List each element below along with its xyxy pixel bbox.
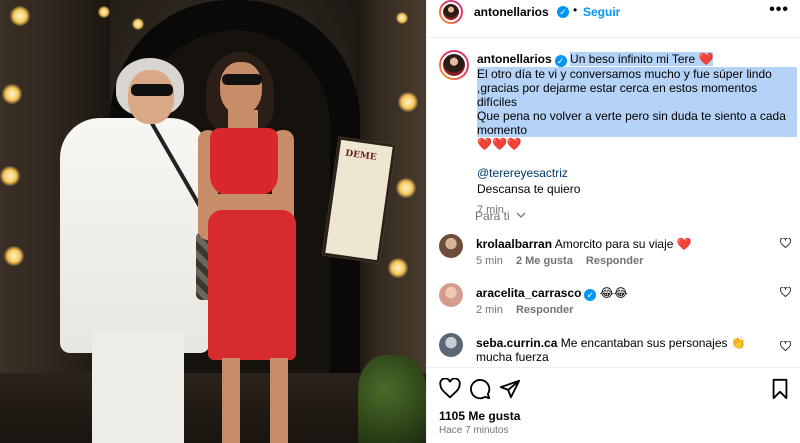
comment-item: aracelita_carrasco ✓ 😂😂 2 min Responder	[439, 283, 791, 323]
caption-hearts: ❤️❤️❤️	[477, 137, 522, 151]
light-bulb	[396, 12, 408, 24]
comment-item: krolaalbarran Amorcito para su viaje ❤️ …	[439, 234, 791, 274]
chevron-down-icon	[516, 212, 526, 218]
heart-icon[interactable]	[439, 378, 461, 400]
author-username[interactable]: antonellarios	[474, 5, 549, 19]
comment-like-heart-icon[interactable]	[780, 287, 791, 297]
reply-button[interactable]: Responder	[586, 255, 643, 267]
bookmark-icon[interactable]	[769, 378, 791, 400]
verified-badge-icon: ✓	[554, 55, 567, 67]
commenter-avatar[interactable]	[439, 333, 463, 357]
caption-line-2: El otro día te vi y conversamos mucho y …	[477, 67, 797, 109]
comment-meta: 5 min 2 Me gusta Responder	[476, 255, 653, 267]
comment-body: Amorcito para su viaje ❤️	[554, 237, 692, 251]
comment-text: seba.currin.ca Me encantaban sus persona…	[476, 336, 771, 364]
comment-meta: 2 min Responder	[476, 304, 583, 316]
share-icon[interactable]	[499, 378, 521, 400]
comment-likes[interactable]: 2 Me gusta	[516, 255, 573, 267]
light-bulb	[398, 92, 418, 112]
follow-button[interactable]: Seguir	[583, 5, 620, 19]
post-header: antonellarios ✓ • Seguir •••	[427, 0, 800, 26]
light-bulb	[132, 18, 144, 30]
comment-time[interactable]: 5 min	[476, 255, 503, 267]
red-skirt	[208, 210, 296, 360]
commenter-username[interactable]: krolaalbarran	[476, 237, 552, 251]
comment-body: 😂😂	[599, 286, 628, 300]
actions-divider	[427, 367, 800, 368]
light-bulb	[10, 6, 30, 26]
sunglasses	[131, 84, 173, 96]
light-bulb	[0, 166, 20, 186]
comment-icon[interactable]	[469, 378, 491, 400]
poster-sign-text: DEME	[344, 148, 378, 163]
sunglasses	[222, 74, 262, 85]
separator-dot: •	[573, 3, 578, 17]
for-you-label: Para ti	[475, 209, 510, 223]
light-bulb	[388, 258, 408, 278]
caption-line-3: Que pena no volver a verte pero sin duda…	[477, 109, 797, 137]
comment-like-heart-icon[interactable]	[780, 341, 791, 351]
verified-badge-icon: ✓	[584, 289, 597, 301]
reply-button[interactable]: Responder	[516, 304, 573, 316]
post-photo[interactable]: DEME	[0, 0, 426, 443]
post-side-panel: antonellarios ✓ • Seguir ••• antonellari…	[426, 0, 800, 443]
verified-badge-icon: ✓	[557, 6, 569, 18]
caption-farewell: Descansa te quiero	[477, 182, 581, 196]
comment-like-heart-icon[interactable]	[780, 238, 791, 248]
light-bulb	[98, 6, 110, 18]
commenter-username[interactable]: aracelita_carrasco	[476, 286, 581, 300]
header-divider	[427, 37, 800, 38]
more-options-icon[interactable]: •••	[769, 1, 789, 19]
plant	[358, 355, 426, 443]
caption-avatar[interactable]	[439, 50, 469, 80]
light-bulb	[396, 178, 416, 198]
comment-text: aracelita_carrasco ✓ 😂😂	[476, 286, 771, 301]
post-age: Hace 7 minutos	[439, 425, 509, 436]
mention-link[interactable]: @terereyesactriz	[477, 166, 797, 180]
author-avatar[interactable]	[439, 0, 463, 24]
action-bar	[439, 378, 791, 400]
commenter-avatar[interactable]	[439, 283, 463, 307]
red-top	[210, 128, 278, 196]
caption-body: antonellarios ✓ Un beso infinito mi Tere …	[477, 52, 797, 217]
caption-line-1: Un beso infinito mi Tere ❤️	[570, 52, 714, 66]
comment-time[interactable]: 2 min	[476, 304, 503, 316]
for-you-toggle[interactable]: Para ti	[475, 209, 526, 223]
commenter-avatar[interactable]	[439, 234, 463, 258]
likes-count[interactable]: 1105 Me gusta	[439, 409, 520, 423]
light-bulb	[4, 246, 24, 266]
comment-text: krolaalbarran Amorcito para su viaje ❤️	[476, 237, 771, 251]
caption-username[interactable]: antonellarios	[477, 52, 552, 66]
commenter-username[interactable]: seba.currin.ca	[476, 336, 557, 350]
light-bulb	[2, 84, 22, 104]
